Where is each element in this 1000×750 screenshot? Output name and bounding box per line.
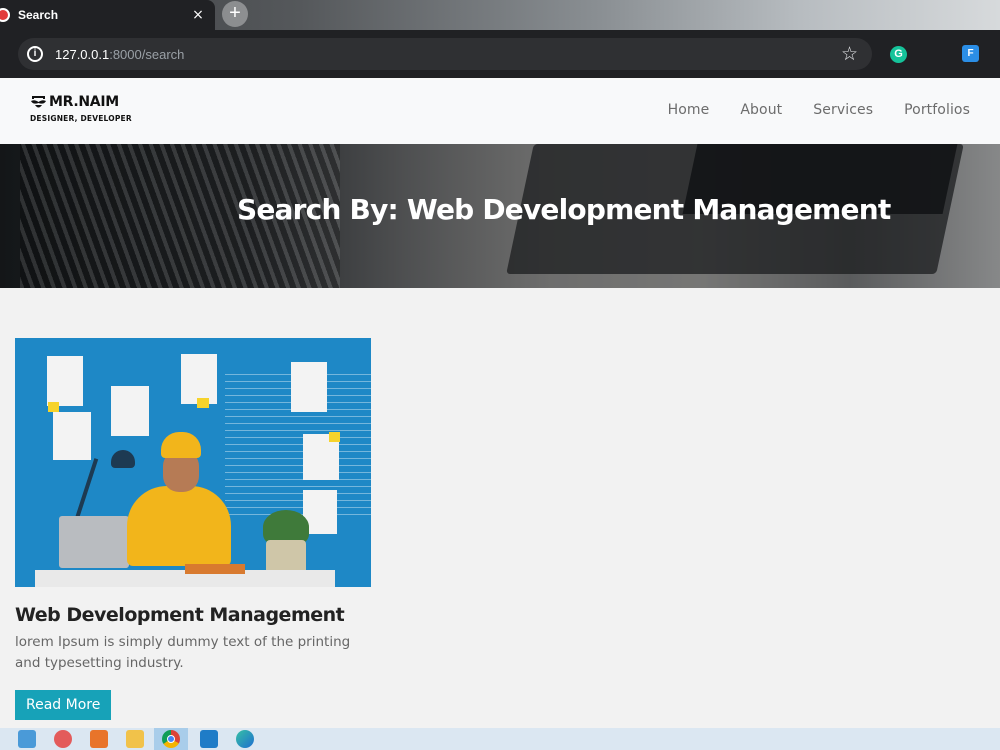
browser-toolbar: i 127.0.0.1:8000/search ☆ xyxy=(0,30,1000,78)
vscode-icon[interactable] xyxy=(200,730,218,748)
grammarly-extension-icon[interactable]: G xyxy=(890,46,907,63)
books xyxy=(185,564,245,574)
result-card: Web Development Management lorem Ipsum i… xyxy=(15,338,371,720)
browser-tab-search[interactable]: Search × xyxy=(0,0,215,30)
desk-lamp-head xyxy=(111,450,135,468)
taskbar-active-chrome[interactable] xyxy=(154,728,188,750)
nav-link-portfolios[interactable]: Portfolios xyxy=(904,102,970,118)
beanie xyxy=(161,432,201,458)
xampp-icon[interactable] xyxy=(90,730,108,748)
result-card-title[interactable]: Web Development Management xyxy=(15,604,371,626)
edge-icon[interactable] xyxy=(236,730,254,748)
wall-paper xyxy=(53,412,91,460)
nav-link-services[interactable]: Services xyxy=(813,102,873,118)
logo-tagline: DESIGNER, DEVELOPER xyxy=(30,114,132,123)
chrome-icon xyxy=(162,730,180,748)
wall-paper xyxy=(181,354,217,404)
site-navbar: MR.NAIM DESIGNER, DEVELOPER Home About S… xyxy=(0,78,1000,144)
main-nav: Home About Services Portfolios xyxy=(668,102,970,118)
nav-link-home[interactable]: Home xyxy=(668,102,710,118)
logo-name: MR.NAIM xyxy=(49,94,119,110)
laptop xyxy=(59,516,129,568)
new-tab-button[interactable]: + xyxy=(222,1,248,27)
mustache-logo-icon xyxy=(30,95,47,110)
tab-title: Search xyxy=(18,8,59,22)
close-tab-icon[interactable]: × xyxy=(191,7,205,23)
nav-link-about[interactable]: About xyxy=(740,102,782,118)
address-bar[interactable]: i 127.0.0.1:8000/search ☆ xyxy=(18,38,872,70)
result-card-image[interactable] xyxy=(15,338,371,587)
plant xyxy=(263,510,309,544)
browser-tab-strip: Search × + xyxy=(0,0,1000,30)
paint-icon[interactable] xyxy=(54,730,72,748)
favicon-icon xyxy=(0,8,10,22)
url-path: :8000/search xyxy=(109,46,185,62)
sticky-note xyxy=(197,398,209,408)
read-more-button[interactable]: Read More xyxy=(15,690,112,720)
wall-paper xyxy=(291,362,327,412)
site-logo[interactable]: MR.NAIM DESIGNER, DEVELOPER xyxy=(30,94,132,123)
url-host: 127.0.0.1 xyxy=(55,46,110,62)
wall-paper xyxy=(47,356,83,406)
windows-taskbar xyxy=(0,728,1000,750)
page-title: Search By: Web Development Management xyxy=(237,193,891,226)
sticky-note xyxy=(329,432,340,442)
site-info-icon[interactable]: i xyxy=(27,46,43,62)
person xyxy=(127,486,231,566)
result-card-excerpt: lorem Ipsum is simply dummy text of the … xyxy=(15,634,351,671)
sticky-note xyxy=(48,402,59,412)
file-explorer-icon[interactable] xyxy=(18,730,36,748)
url-text[interactable]: 127.0.0.1:8000/search xyxy=(55,47,184,62)
folder-icon[interactable] xyxy=(126,730,144,748)
wall-paper xyxy=(111,386,149,436)
extension-icon[interactable]: F xyxy=(962,45,979,62)
hero-banner: Search By: Web Development Management xyxy=(0,144,1000,288)
bookmark-star-icon[interactable]: ☆ xyxy=(841,43,858,65)
